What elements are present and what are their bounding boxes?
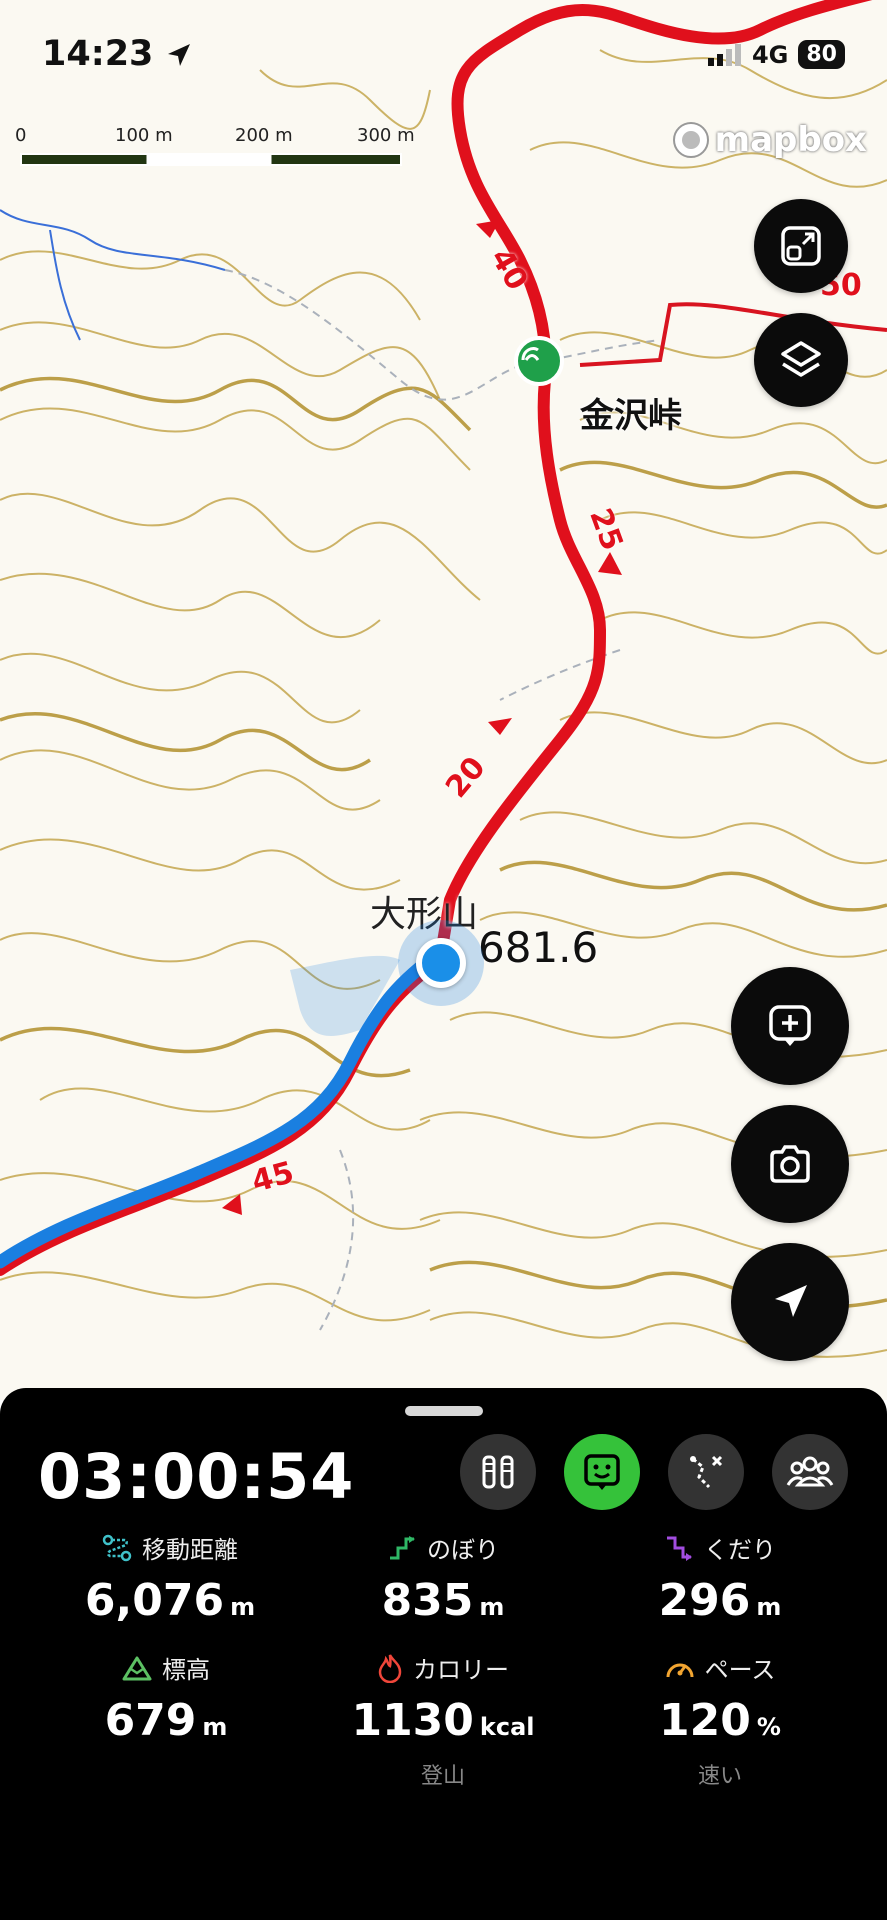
mode-hiking-button[interactable] [460,1434,536,1510]
network-type: 4G [751,40,789,69]
stat-pace-rating: 速い [697,1764,742,1789]
stat-ascent-unit: m [479,1593,505,1621]
mode-face-button[interactable] [564,1434,640,1510]
fit-screen-button[interactable] [754,199,848,293]
mode-group-button[interactable] [772,1434,848,1510]
descent-icon [667,1536,692,1561]
stat-calories: カロリー 1130 kcal 登山 [313,1650,573,1790]
locate-button[interactable] [731,1243,849,1361]
mapbox-attribution[interactable]: mapbox [671,120,867,160]
scale-label-0: 0 [15,125,27,146]
group-icon [786,1456,834,1487]
map-scale: 0 100 m 200 m 300 m [15,125,415,166]
peak-elevation: 681.6 [478,923,599,972]
stat-elevation-label: 標高 [162,1656,210,1684]
activity-panel: 03:00:54 移動距離 6,076 m のぼり 835 m くだり 296 … [0,1388,887,1920]
scale-label-100: 100 m [115,125,173,146]
status-indicators: 4G 80 [707,40,845,69]
stat-ascent-value: 835 [381,1575,474,1626]
stat-descent-value: 296 [658,1575,751,1626]
drag-handle[interactable] [405,1406,483,1416]
stat-elevation: 標高 679 m [36,1650,296,1746]
mapbox-logo-icon [672,122,709,158]
stat-distance-unit: m [230,1593,256,1621]
flame-icon [378,1653,402,1683]
stat-descent: くだり 296 m [590,1530,850,1626]
distance-icon [102,1534,132,1561]
stat-calories-label: カロリー [413,1656,509,1684]
clock: 14:23 [42,34,154,74]
hiking-poles-icon [482,1455,514,1489]
stat-pace: ペース 120% 速い [590,1650,850,1790]
scale-bar [20,153,402,166]
stat-ascent: のぼり 835 m [313,1530,573,1626]
stat-descent-label: くだり [704,1536,776,1564]
layers-button[interactable] [754,313,848,407]
stat-calories-unit: kcal [479,1713,535,1741]
pace-gauge-icon [666,1663,694,1677]
stat-ascent-label: のぼり [427,1536,499,1564]
stat-calories-value: 1130 [351,1695,474,1746]
face-icon [584,1454,620,1490]
add-note-button[interactable] [731,967,849,1085]
mode-route-button[interactable] [668,1434,744,1510]
stat-elevation-unit: m [202,1713,228,1741]
stat-pace-label: ペース [704,1656,776,1684]
stat-elevation-value: 679 [104,1695,197,1746]
add-note-icon [769,1005,811,1046]
elapsed-time: 03:00:54 [38,1440,355,1513]
stat-pace-value: 120 [659,1695,751,1746]
fit-screen-icon [781,226,821,266]
stat-pace-unit: % [756,1713,781,1741]
mapbox-text: mapbox [714,120,867,160]
ascent-icon [390,1535,415,1559]
stat-distance-value: 6,076 [84,1575,225,1626]
stat-distance-label: 移動距離 [142,1536,238,1564]
pass-marker[interactable] [514,336,564,386]
status-bar: 14:23 4G 80 [0,0,887,110]
route-icon [690,1455,723,1489]
current-location-marker [398,920,484,1006]
battery-level: 80 [798,40,845,69]
stat-distance: 移動距離 6,076 m [40,1530,300,1626]
stat-descent-unit: m [756,1593,782,1621]
location-arrow-icon [775,1285,807,1317]
layers-icon [781,341,821,377]
location-services-icon [167,44,190,66]
scale-label-300: 300 m [357,125,415,146]
elevation-icon [122,1656,152,1680]
camera-button[interactable] [731,1105,849,1223]
camera-icon [770,1145,810,1183]
status-time: 14:23 [42,34,192,74]
pass-name: 金沢峠 [580,396,682,436]
stat-calories-activity: 登山 [420,1764,465,1789]
signal-icon [707,43,741,66]
mountain-pass-icon [521,346,540,361]
scale-label-200: 200 m [235,125,293,146]
